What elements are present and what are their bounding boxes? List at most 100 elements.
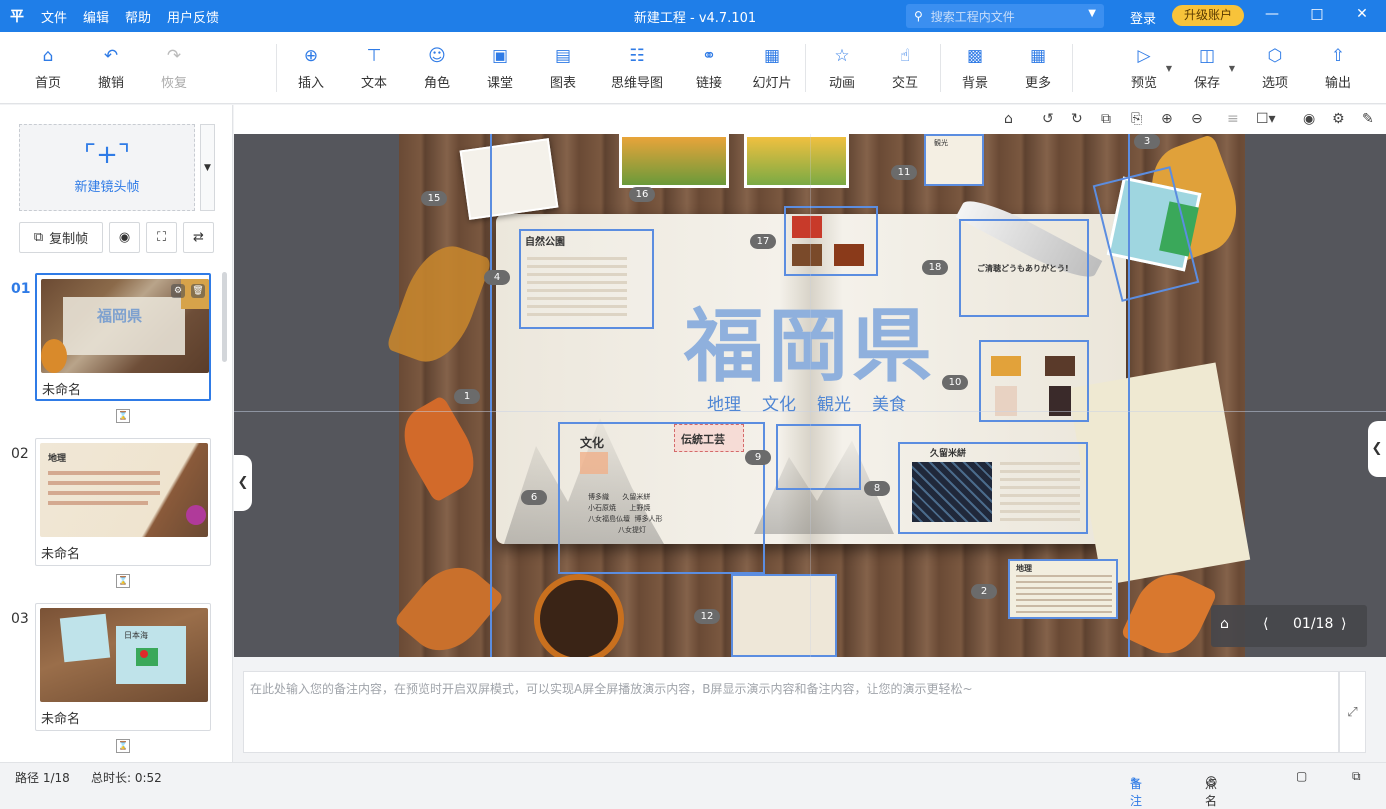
canvas-toolbar: ⌂ ↺ ↻ ⧉ ⎘ ⊕ ⊖ ≡ ☐▾ ◉ ⚙ ✎ [234,105,1386,134]
options-button[interactable]: ⬡ 选项 [1245,46,1305,91]
insert-button[interactable]: ⊕ 插入 [281,46,341,91]
path-marker[interactable]: 18 [922,260,948,275]
close-icon[interactable]: ✕ [1352,6,1372,22]
add-frame-icon: ⌜+⌝ [83,140,131,170]
chevron-down-icon[interactable]: ▼ [1088,8,1096,19]
interact-button[interactable]: ☝ 交互 [875,46,935,91]
minimize-icon[interactable]: — [1262,6,1282,22]
notes-input[interactable]: 在此处输入您的备注内容，在预览时开启双屏模式，可以实现A屏全屏播放演示内容，B屏… [243,671,1339,753]
camera-icon[interactable]: ◉ [109,222,140,253]
align-icon[interactable]: ≡ [1227,111,1239,127]
path-marker[interactable]: 9 [745,450,771,465]
background-button[interactable]: ▩ 背景 [945,46,1005,91]
path-marker[interactable]: 6 [521,490,547,505]
path-marker[interactable]: 12 [694,609,720,624]
chevron-down-icon[interactable]: ▼ [1229,64,1235,73]
collapse-left-panel-button[interactable]: ❮ [234,455,252,511]
path-marker[interactable]: 8 [864,481,890,496]
frame-caption: 未命名 [41,547,81,562]
screenshot-icon[interactable]: ◉ [1303,111,1315,127]
guide-line-vertical [810,134,811,657]
menu-help[interactable]: 帮助 [118,7,158,26]
login-button[interactable]: 登录 [1130,8,1156,27]
home-icon[interactable]: ⌂ [1220,616,1229,632]
settings-icon[interactable]: ⚙ [1332,111,1345,127]
slide-button[interactable]: ▦ 幻灯片 [742,46,802,91]
path-marker[interactable]: 1 [454,389,480,404]
text-button[interactable]: ⊤ 文本 [344,46,404,91]
next-frame-button[interactable]: ⟩ [1341,616,1346,632]
window-icon[interactable]: ⧉ [1352,769,1361,784]
edit-icon[interactable]: ✎ [1362,111,1374,127]
swap-icon[interactable]: ⇄ [183,222,214,253]
redo-button[interactable]: ↷ 恢复 [144,46,204,91]
save-button[interactable]: ◫ 保存 ▼ [1177,46,1237,91]
frame-card[interactable]: 日本海 未命名 [35,603,211,731]
path-marker[interactable]: 11 [891,165,917,180]
path-marker[interactable]: 15 [421,191,447,206]
preview-button[interactable]: ▷ 预览 ▼ [1114,46,1174,91]
new-frame-button[interactable]: ⌜+⌝ 新建镜头帧 [19,124,195,211]
zoom-in-icon[interactable]: ⊕ [1161,111,1173,127]
hexagon-icon: ⬡ [1267,46,1283,66]
path-marker[interactable]: 4 [484,270,510,285]
lock-icon[interactable]: ☐▾ [1256,111,1276,127]
frame-number: 02 [11,446,29,462]
path-marker[interactable]: 16 [629,187,655,202]
collapse-right-panel-button[interactable]: ❮ [1368,421,1386,477]
options-label: 选项 [1261,76,1288,91]
link-button[interactable]: ⚭ 链接 [679,46,739,91]
edit-canvas[interactable]: 福岡県 地理 文化 観光 美食 自然公園 文化 博多織 久留米絣 小石原焼 上野… [234,134,1386,657]
transition-icon[interactable]: ⌛ [116,409,130,423]
chevron-down-icon[interactable]: ▼ [1166,64,1172,73]
undo-button[interactable]: ↶ 撤销 [81,46,141,91]
bar-chart-icon: ▤ [554,46,572,66]
class-button[interactable]: ▣ 课堂 [470,46,530,91]
transition-icon[interactable]: ⌛ [116,739,130,753]
trash-icon[interactable]: 🗑 [191,284,205,298]
expand-icon[interactable]: ⤢ [1339,671,1366,753]
home-view-icon[interactable]: ⌂ [1004,111,1013,127]
path-marker[interactable]: 2 [971,584,997,599]
maximize-icon[interactable]: □ [1307,6,1327,22]
animation-button[interactable]: ☆ 动画 [812,46,872,91]
preview-label: 预览 [1130,76,1157,91]
panel-scrollbar[interactable] [222,272,227,362]
chart-button[interactable]: ▤ 图表 [533,46,593,91]
frame-card[interactable]: 地理 未命名 [35,438,211,566]
board-icon: ▣ [491,46,509,66]
thumb-title: 福岡県 [97,307,143,325]
paste-icon[interactable]: ⎘ [1131,111,1142,127]
export-button[interactable]: ⇧ 输出 [1308,46,1368,91]
frame-card[interactable]: 福岡県 ⚙ 🗑 未命名 [35,273,211,401]
menu-feedback[interactable]: 用户反馈 [160,7,226,26]
role-button[interactable]: ☺ 角色 [407,46,467,91]
home-button[interactable]: ⌂ 首页 [18,46,78,91]
frame-thumbnail: 日本海 [40,608,208,702]
menu-file[interactable]: 文件 [34,7,74,26]
path-marker[interactable]: 10 [942,375,968,390]
fit-frame-icon[interactable]: ⛶ [146,222,177,253]
path-marker[interactable]: 3 [1134,134,1160,149]
rotate-right-icon[interactable]: ↻ [1071,111,1083,127]
upgrade-button[interactable]: 升级账户 [1172,5,1244,26]
screen-icon[interactable]: ▢ [1296,769,1307,783]
path-marker[interactable]: 17 [750,234,776,249]
menu-edit[interactable]: 编辑 [76,7,116,26]
gear-icon[interactable]: ⚙ [171,284,185,298]
copy-icon[interactable]: ⧉ [1101,111,1111,127]
background-label: 背景 [961,76,988,91]
frame-panel: ⌜+⌝ 新建镜头帧 ▼ ⧉ 复制帧 ◉ ⛶ ⇄ 01 福岡県 ⚙ 🗑 未命名 ⌛ … [0,105,233,762]
zoom-out-icon[interactable]: ⊖ [1191,111,1203,127]
new-frame-dropdown[interactable]: ▼ [200,124,215,211]
mindmap-button[interactable]: ☷ 思维导图 [606,46,668,91]
window-title: 新建工程 - v4.7.101 [633,10,757,26]
copy-frame-button[interactable]: ⧉ 复制帧 [19,222,103,253]
frame-box-sightseeing[interactable]: 観光 [924,134,984,186]
more-button[interactable]: ▦ 更多 [1008,46,1068,91]
prev-frame-button[interactable]: ⟨ [1263,616,1268,632]
transition-icon[interactable]: ⌛ [116,574,130,588]
search-input[interactable]: ⚲ 搜索工程内文件 ▼ [906,4,1104,28]
rotate-left-icon[interactable]: ↺ [1042,111,1054,127]
interact-label: 交互 [891,76,918,91]
